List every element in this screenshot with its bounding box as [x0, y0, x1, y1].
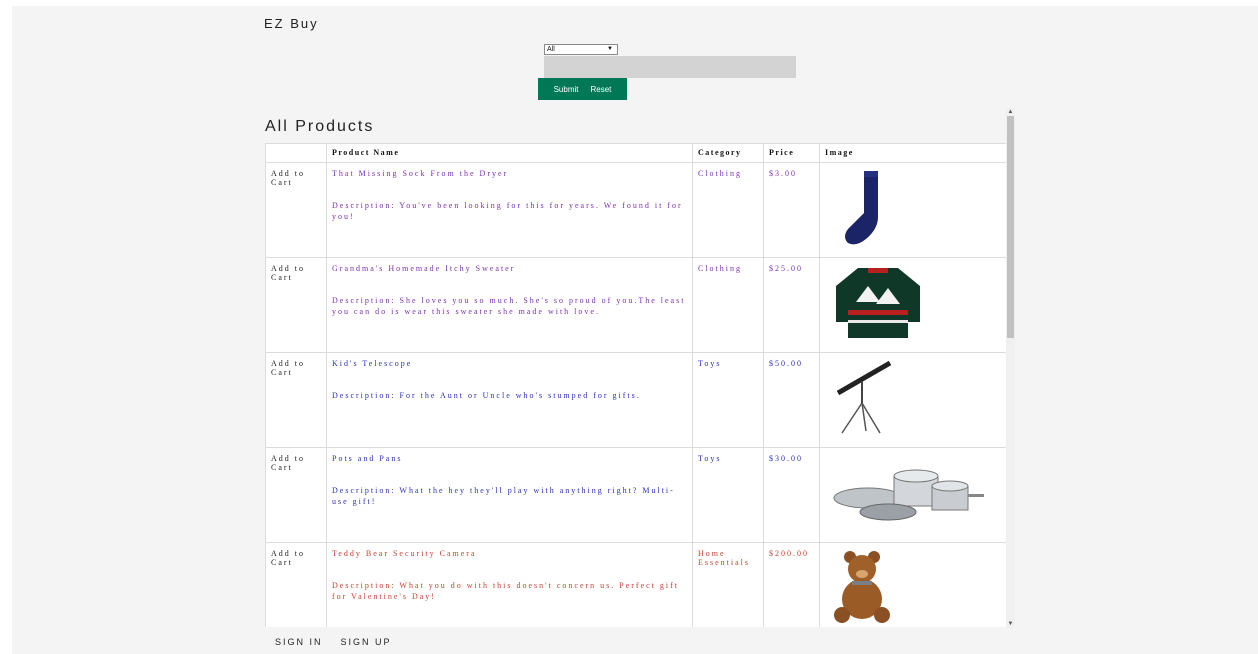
add-to-cart-button[interactable]: Add to Cart	[265, 162, 327, 258]
product-price: $200.00	[763, 542, 820, 627]
table-scrollbar[interactable]: ▲ ▼	[1006, 108, 1015, 628]
product-description: Description: You've been looking for thi…	[332, 201, 683, 221]
add-to-cart-button[interactable]: Add to Cart	[265, 257, 327, 353]
chevron-down-icon: ▼	[607, 46, 613, 52]
category-select[interactable]: All ▼	[544, 44, 618, 55]
product-category: Clothing	[692, 257, 764, 353]
product-cell: Teddy Bear Security Camera Description: …	[326, 542, 693, 627]
pots-and-pans-image[interactable]	[828, 452, 988, 532]
table-row: Add to Cart That Missing Sock From the D…	[265, 162, 1007, 258]
brand-logo[interactable]: EZ Buy	[264, 16, 319, 31]
product-cell: Kid's Telescope Description: For the Aun…	[326, 352, 693, 448]
scroll-up-arrow-icon[interactable]: ▲	[1006, 108, 1015, 116]
product-image-cell	[819, 352, 1007, 448]
search-input[interactable]	[544, 56, 796, 78]
header-action	[265, 143, 327, 163]
submit-button[interactable]: Submit	[548, 85, 585, 94]
footer-nav: SIGN IN SIGN UP	[275, 637, 392, 647]
add-to-cart-button[interactable]: Add to Cart	[265, 352, 327, 448]
sign-in-link[interactable]: SIGN IN	[275, 637, 323, 647]
sweater-image[interactable]	[828, 262, 928, 342]
scrollbar-thumb[interactable]	[1007, 116, 1014, 338]
header-category: Category	[692, 143, 764, 163]
reset-button[interactable]: Reset	[585, 85, 618, 94]
add-to-cart-button[interactable]: Add to Cart	[265, 542, 327, 627]
product-price: $25.00	[763, 257, 820, 353]
product-category: Clothing	[692, 162, 764, 258]
product-category: Toys	[692, 447, 764, 543]
product-name-link[interactable]: Grandma's Homemade Itchy Sweater	[332, 264, 687, 273]
table-row: Add to Cart Pots and Pans Description: W…	[265, 447, 1007, 543]
product-description: Description: What you do with this doesn…	[332, 581, 680, 601]
product-price: $3.00	[763, 162, 820, 258]
products-table: Product Name Category Price Image Add to…	[265, 143, 1007, 627]
product-name-link[interactable]: Teddy Bear Security Camera	[332, 549, 687, 558]
product-description: Description: She loves you so much. She'…	[332, 296, 686, 316]
product-cell: Pots and Pans Description: What the hey …	[326, 447, 693, 543]
section-title: All Products	[265, 118, 375, 135]
table-row: Add to Cart Grandma's Homemade Itchy Swe…	[265, 257, 1007, 353]
product-name-link[interactable]: Kid's Telescope	[332, 359, 687, 368]
table-row: Add to Cart Kid's Telescope Description:…	[265, 352, 1007, 448]
product-image-cell	[819, 162, 1007, 258]
table-header-row: Product Name Category Price Image	[265, 143, 1007, 163]
header-product-name: Product Name	[326, 143, 693, 163]
product-name-link[interactable]: Pots and Pans	[332, 454, 687, 463]
table-row: Add to Cart Teddy Bear Security Camera D…	[265, 542, 1007, 627]
scroll-down-arrow-icon[interactable]: ▼	[1006, 620, 1015, 628]
telescope-image[interactable]	[828, 357, 898, 437]
product-category: Home Essentials	[692, 542, 764, 627]
product-cell: That Missing Sock From the Dryer Descrip…	[326, 162, 693, 258]
product-cell: Grandma's Homemade Itchy Sweater Descrip…	[326, 257, 693, 353]
header-price: Price	[763, 143, 820, 163]
product-image-cell	[819, 447, 1007, 543]
products-table-container: Product Name Category Price Image Add to…	[265, 143, 1007, 627]
product-description: Description: For the Aunt or Uncle who's…	[332, 391, 641, 400]
header-image: Image	[819, 143, 1007, 163]
product-image-cell	[819, 542, 1007, 627]
sign-up-link[interactable]: SIGN UP	[341, 637, 392, 647]
add-to-cart-button[interactable]: Add to Cart	[265, 447, 327, 543]
product-price: $30.00	[763, 447, 820, 543]
search-button-group: Submit Reset	[538, 78, 627, 100]
product-price: $50.00	[763, 352, 820, 448]
teddy-bear-image[interactable]	[828, 547, 898, 627]
product-image-cell	[819, 257, 1007, 353]
product-description: Description: What the hey they'll play w…	[332, 486, 675, 506]
category-select-value: All	[547, 46, 555, 53]
product-name-link[interactable]: That Missing Sock From the Dryer	[332, 169, 687, 178]
sock-image[interactable]	[828, 167, 898, 247]
product-category: Toys	[692, 352, 764, 448]
